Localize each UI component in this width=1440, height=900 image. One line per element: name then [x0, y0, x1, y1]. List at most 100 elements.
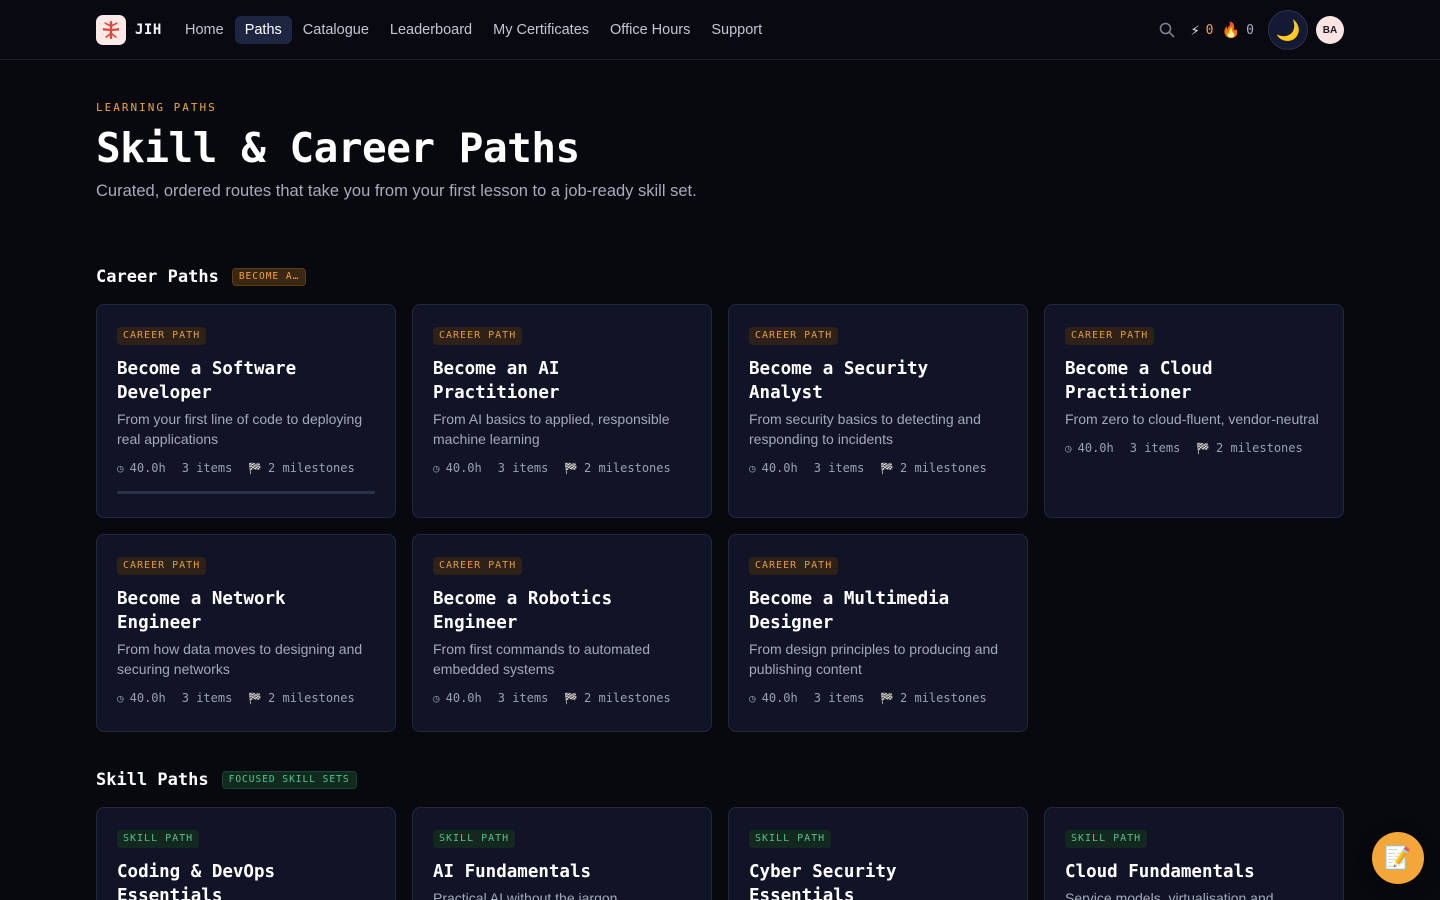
card-hours: 40.0h: [761, 461, 798, 475]
card-hours: 40.0h: [129, 461, 166, 475]
card-title: Cyber Security Essentials: [749, 862, 897, 900]
card-meta: ◷ 40.0h 3 items 🏁 2 milestones: [749, 691, 1007, 705]
skill-card-cloud-fundamentals[interactable]: SKILL PATH Cloud Fundamentals Service mo…: [1044, 807, 1344, 900]
streak-value: 0: [1246, 22, 1254, 38]
nav-office-hours[interactable]: Office Hours: [600, 16, 700, 44]
card-title: Become a Network Engineer: [117, 589, 286, 633]
moon-icon: 🌙: [1275, 19, 1301, 42]
clock-icon: ◷: [433, 461, 440, 475]
avatar[interactable]: BA: [1316, 16, 1344, 44]
brand[interactable]: JIH: [96, 15, 162, 45]
checkered-flag-icon: 🏁: [1196, 441, 1211, 455]
card-hours: 40.0h: [445, 691, 482, 705]
card-title: Become a Cloud Practitioner: [1065, 359, 1213, 403]
card-description: From design principles to producing and …: [749, 641, 999, 677]
career-card-software-developer[interactable]: CAREER PATH Become a Software Developer …: [96, 304, 396, 518]
card-meta: ◷ 40.0h 3 items 🏁 2 milestones: [749, 461, 1007, 475]
checkered-flag-icon: 🏁: [880, 461, 895, 475]
card-tag: CAREER PATH: [1065, 327, 1155, 345]
toolbar: ⚡ 0 🔥 0 🌙 BA: [1157, 10, 1344, 50]
card-hours: 40.0h: [445, 461, 482, 475]
skill-paths-header: Skill Paths FOCUSED SKILL SETS: [96, 770, 357, 790]
checkered-flag-icon: 🏁: [248, 461, 263, 475]
card-milestones: 2 milestones: [584, 691, 671, 705]
card-items: 3 items: [813, 461, 865, 475]
card-tag: CAREER PATH: [749, 557, 839, 575]
clock-icon: ◷: [433, 691, 440, 705]
main-nav: Home Paths Catalogue Leaderboard My Cert…: [175, 16, 773, 44]
nav-support[interactable]: Support: [701, 16, 772, 44]
card-items: 3 items: [181, 461, 233, 475]
card-tag: CAREER PATH: [117, 327, 207, 345]
nav-catalogue[interactable]: Catalogue: [293, 16, 379, 44]
checkered-flag-icon: 🏁: [248, 691, 263, 705]
theme-toggle-button[interactable]: 🌙: [1268, 10, 1308, 50]
card-hours: 40.0h: [1077, 441, 1114, 455]
fire-icon: 🔥: [1221, 21, 1241, 39]
card-meta: ◷ 40.0h 3 items 🏁 2 milestones: [117, 461, 375, 475]
checkered-flag-icon: 🏁: [880, 691, 895, 705]
card-items: 3 items: [1129, 441, 1181, 455]
career-card-ai-practitioner[interactable]: CAREER PATH Become an AI Practitioner Fr…: [412, 304, 712, 518]
card-description: From first commands to automated embedde…: [433, 641, 651, 677]
card-items: 3 items: [181, 691, 233, 705]
card-items: 3 items: [497, 461, 549, 475]
card-milestones: 2 milestones: [900, 461, 987, 475]
skill-paths-badge: FOCUSED SKILL SETS: [221, 771, 357, 789]
card-title: Become a Software Developer: [117, 359, 297, 403]
xp-counter[interactable]: ⚡ 0: [1191, 21, 1214, 39]
skill-card-cyber-security[interactable]: SKILL PATH Cyber Security Essentials: [728, 807, 1028, 900]
page-title: Skill & Career Paths: [96, 124, 580, 172]
card-description: From zero to cloud-fluent, vendor-neutra…: [1065, 411, 1319, 427]
career-paths-title: Career Paths: [96, 267, 219, 287]
nav-paths[interactable]: Paths: [234, 16, 292, 44]
career-card-robotics-engineer[interactable]: CAREER PATH Become a Robotics Engineer F…: [412, 534, 712, 732]
card-milestones: 2 milestones: [584, 461, 671, 475]
career-card-network-engineer[interactable]: CAREER PATH Become a Network Engineer Fr…: [96, 534, 396, 732]
nav-home[interactable]: Home: [175, 16, 234, 44]
card-tag: CAREER PATH: [433, 327, 523, 345]
career-card-cloud-practitioner[interactable]: CAREER PATH Become a Cloud Practitioner …: [1044, 304, 1344, 518]
card-meta: ◷ 40.0h 3 items 🏁 2 milestones: [1065, 441, 1323, 455]
card-meta: ◷ 40.0h 3 items 🏁 2 milestones: [433, 691, 691, 705]
card-milestones: 2 milestones: [268, 461, 355, 475]
top-navbar: JIH Home Paths Catalogue Leaderboard My …: [0, 0, 1440, 60]
card-hours: 40.0h: [761, 691, 798, 705]
card-description: From security basics to detecting and re…: [749, 411, 981, 447]
card-tag: SKILL PATH: [117, 830, 200, 848]
career-card-security-analyst[interactable]: CAREER PATH Become a Security Analyst Fr…: [728, 304, 1028, 518]
brand-logo-icon: [96, 15, 126, 45]
nav-my-certificates[interactable]: My Certificates: [483, 16, 599, 44]
career-card-multimedia-designer[interactable]: CAREER PATH Become a Multimedia Designer…: [728, 534, 1028, 732]
clock-icon: ◷: [749, 461, 756, 475]
card-title: Become a Security Analyst: [749, 359, 929, 403]
streak-counter[interactable]: 🔥 0: [1221, 21, 1254, 39]
card-title: AI Fundamentals: [433, 862, 592, 882]
checkered-flag-icon: 🏁: [564, 691, 579, 705]
career-paths-header: Career Paths BECOME A…: [96, 267, 307, 287]
card-title: Become a Robotics Engineer: [433, 589, 613, 633]
page-eyebrow: LEARNING PATHS: [96, 101, 217, 114]
clock-icon: ◷: [117, 461, 124, 475]
card-title: Cloud Fundamentals: [1065, 862, 1255, 882]
brand-name: JIH: [135, 22, 162, 38]
card-description: From your first line of code to deployin…: [117, 411, 363, 447]
card-tag: SKILL PATH: [433, 830, 516, 848]
lightning-icon: ⚡: [1190, 21, 1200, 39]
card-meta: ◷ 40.0h 3 items 🏁 2 milestones: [117, 691, 375, 705]
card-title: Coding & DevOps Essentials: [117, 862, 276, 900]
card-tag: SKILL PATH: [1065, 830, 1148, 848]
notes-fab-button[interactable]: 📝: [1372, 832, 1424, 884]
card-milestones: 2 milestones: [900, 691, 987, 705]
card-description: Practical AI without the jargon: [433, 890, 618, 900]
card-description: From how data moves to designing and sec…: [117, 641, 363, 677]
card-meta: ◷ 40.0h 3 items 🏁 2 milestones: [433, 461, 691, 475]
skill-card-coding-devops[interactable]: SKILL PATH Coding & DevOps Essentials: [96, 807, 396, 900]
skill-card-ai-fundamentals[interactable]: SKILL PATH AI Fundamentals Practical AI …: [412, 807, 712, 900]
page-subtitle: Curated, ordered routes that take you fr…: [96, 182, 697, 200]
card-tag: SKILL PATH: [749, 830, 832, 848]
card-progress-bar: [117, 491, 375, 494]
memo-icon: 📝: [1384, 845, 1412, 870]
nav-leaderboard[interactable]: Leaderboard: [380, 16, 482, 44]
search-icon[interactable]: [1157, 20, 1177, 40]
